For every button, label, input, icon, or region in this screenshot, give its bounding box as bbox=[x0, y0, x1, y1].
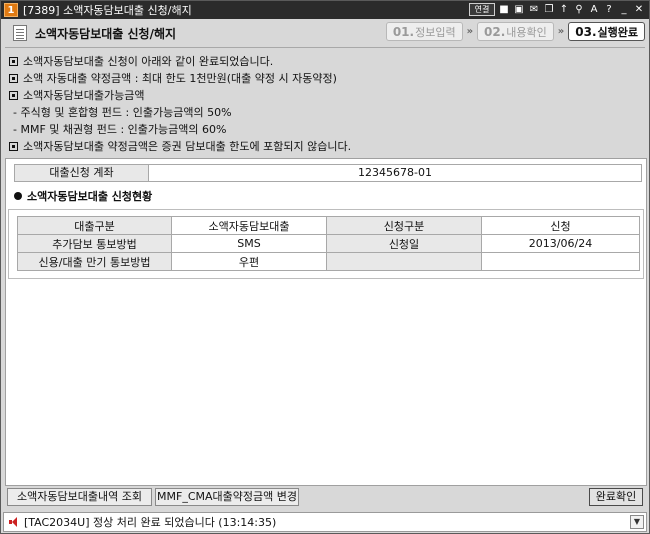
status-table: 대출구분 소액자동담보대출 신청구분 신청 추가담보 통보방법 SMS 신청일 … bbox=[17, 216, 640, 271]
table-label-cell: 대출구분 bbox=[17, 216, 172, 235]
step-1-number: 01. bbox=[392, 24, 415, 39]
step-2-label: 내용확인 bbox=[506, 25, 547, 39]
mail-icon[interactable]: ✉ bbox=[528, 3, 540, 16]
notice-text: 소액자동담보대출 신청이 아래와 같이 완료되었습니다. bbox=[23, 55, 274, 68]
zoom-icon[interactable]: ⚲ bbox=[573, 3, 585, 16]
account-label: 대출신청 계좌 bbox=[15, 165, 149, 181]
table-label-cell: 신청일 bbox=[326, 234, 482, 253]
table-row: 신용/대출 만기 통보방법 우편 bbox=[17, 252, 640, 271]
monitor-icon[interactable]: ▣ bbox=[513, 3, 525, 16]
status-message: [TAC2034U] 정상 처리 완료 되었습니다 (13:14:35) bbox=[24, 516, 277, 529]
square-bullet-icon bbox=[9, 142, 18, 151]
lock-icon[interactable]: ■ bbox=[498, 3, 510, 16]
status-box: 대출구분 소액자동담보대출 신청구분 신청 추가담보 통보방법 SMS 신청일 … bbox=[8, 209, 644, 279]
notice-text: 소액자동담보대출가능금액 bbox=[23, 89, 145, 102]
window-number-badge: 1 bbox=[4, 3, 18, 17]
chevron-right-icon: » bbox=[557, 26, 565, 37]
table-value-cell: 신청 bbox=[481, 216, 640, 235]
page-header: 소액자동담보대출 신청/해지 01. 정보입력 » 02. 내용확인 » 03.… bbox=[5, 21, 645, 45]
pin-icon[interactable]: ↑ bbox=[558, 3, 570, 16]
table-row: 추가담보 통보방법 SMS 신청일 2013/06/24 bbox=[17, 234, 640, 253]
status-bar: [TAC2034U] 정상 처리 완료 되었습니다 (13:14:35) ▼ bbox=[3, 512, 647, 532]
close-icon[interactable]: ✕ bbox=[633, 3, 645, 16]
account-value: 12345678-01 bbox=[358, 166, 432, 179]
minimize-icon[interactable]: _ bbox=[618, 3, 630, 16]
notice-item: 소액자동담보대출 약정금액은 증권 담보대출 한도에 포함되지 않습니다. bbox=[9, 138, 643, 155]
copy-icon[interactable]: ❐ bbox=[543, 3, 555, 16]
chevron-down-icon[interactable]: ▼ bbox=[630, 515, 644, 529]
table-label-cell bbox=[326, 252, 482, 271]
table-label-cell: 추가담보 통보방법 bbox=[17, 234, 172, 253]
notice-item: 소액 자동대출 약정금액 : 최대 한도 1천만원(대출 약정 시 자동약정) bbox=[9, 70, 643, 87]
step-3-number: 03. bbox=[575, 24, 597, 39]
title-bar-icons: 연결 ■ ▣ ✉ ❐ ↑ ⚲ A ? _ ✕ bbox=[469, 3, 645, 16]
notice-list: 소액자동담보대출 신청이 아래와 같이 완료되었습니다. 소액 자동대출 약정금… bbox=[9, 53, 643, 155]
notice-subitem: - MMF 및 채권형 펀드 : 인출가능금액의 60% bbox=[13, 123, 227, 136]
account-row: 대출신청 계좌 12345678-01 bbox=[14, 164, 642, 182]
square-bullet-icon bbox=[9, 74, 18, 83]
link-icon[interactable]: 연결 bbox=[469, 3, 495, 16]
notice-item: 소액자동담보대출가능금액 bbox=[9, 87, 643, 104]
content-panel: 대출신청 계좌 12345678-01 소액자동담보대출 신청현황 대출구분 소… bbox=[5, 158, 647, 486]
table-value-cell bbox=[481, 252, 640, 271]
table-value-cell: 2013/06/24 bbox=[481, 234, 640, 253]
loan-history-button[interactable]: 소액자동담보대출내역 조회 bbox=[7, 488, 152, 506]
mmf-cma-change-button[interactable]: MMF_CMA대출약정금액 변경 bbox=[155, 488, 299, 506]
window-title: [7389] 소액자동담보대출 신청/해지 bbox=[23, 4, 192, 17]
chevron-right-icon: » bbox=[466, 26, 474, 37]
font-size-icon[interactable]: A bbox=[588, 3, 600, 16]
step-1: 01. 정보입력 bbox=[385, 22, 463, 41]
section-title: 소액자동담보대출 신청현황 bbox=[14, 188, 152, 204]
confirm-button[interactable]: 완료확인 bbox=[589, 488, 643, 506]
table-label-cell: 신용/대출 만기 통보방법 bbox=[17, 252, 172, 271]
table-value-cell: 우편 bbox=[171, 252, 327, 271]
step-1-label: 정보입력 bbox=[415, 25, 456, 39]
step-3-label: 실행완료 bbox=[597, 25, 638, 39]
table-value-cell: SMS bbox=[171, 234, 327, 253]
help-icon[interactable]: ? bbox=[603, 3, 615, 16]
page-title: 소액자동담보대출 신청/해지 bbox=[35, 26, 177, 41]
step-3-active: 03. 실행완료 bbox=[568, 22, 645, 41]
notice-text: 소액 자동대출 약정금액 : 최대 한도 1천만원(대출 약정 시 자동약정) bbox=[23, 72, 337, 85]
dot-bullet-icon bbox=[14, 192, 22, 200]
app-window: 1 [7389] 소액자동담보대출 신청/해지 연결 ■ ▣ ✉ ❐ ↑ ⚲ A… bbox=[0, 0, 650, 534]
speaker-icon bbox=[9, 517, 19, 527]
table-label-cell: 신청구분 bbox=[326, 216, 482, 235]
document-icon bbox=[13, 25, 27, 41]
table-value-cell: 소액자동담보대출 bbox=[171, 216, 327, 235]
notice-subitem: - 주식형 및 혼합형 펀드 : 인출가능금액의 50% bbox=[13, 106, 232, 119]
square-bullet-icon bbox=[9, 57, 18, 66]
square-bullet-icon bbox=[9, 91, 18, 100]
step-2-number: 02. bbox=[484, 24, 506, 39]
title-bar: 1 [7389] 소액자동담보대출 신청/해지 연결 ■ ▣ ✉ ❐ ↑ ⚲ A… bbox=[1, 1, 649, 19]
notice-item: 소액자동담보대출 신청이 아래와 같이 완료되었습니다. bbox=[9, 53, 643, 70]
notice-text: 소액자동담보대출 약정금액은 증권 담보대출 한도에 포함되지 않습니다. bbox=[23, 140, 352, 153]
table-row: 대출구분 소액자동담보대출 신청구분 신청 bbox=[17, 216, 640, 235]
section-title-text: 소액자동담보대출 신청현황 bbox=[27, 190, 153, 203]
step-2: 02. 내용확인 bbox=[477, 22, 554, 41]
step-indicator: 01. 정보입력 » 02. 내용확인 » 03. 실행완료 bbox=[385, 22, 645, 41]
header-divider bbox=[5, 47, 645, 48]
